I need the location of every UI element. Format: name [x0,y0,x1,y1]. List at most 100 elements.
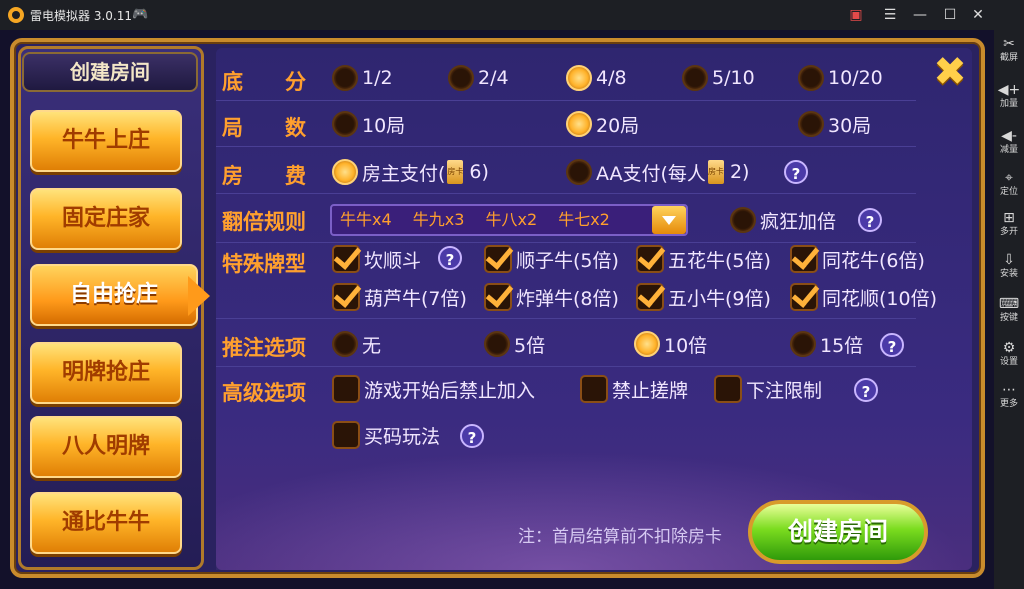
fee-label: 房 费 [222,164,306,188]
advanced-label: 高级选项 [222,381,306,405]
sidebar-more[interactable]: ⋯ 更多 [994,382,1024,410]
base-score-radio[interactable] [682,65,708,91]
rounds-radio[interactable] [332,111,358,137]
push-option-label: 15倍 [820,334,864,357]
special-card-option[interactable]: 坎顺斗 [332,244,421,274]
sidebar-location[interactable]: ⌖ 定位 [994,170,1024,198]
maximize-icon[interactable]: ☐ [940,5,960,25]
fee-owner-option[interactable]: 房主支付(房卡 6) [332,157,489,187]
fee-aa-option[interactable]: AA支付(每人 房卡 2) [566,157,749,187]
fee-aa-radio[interactable] [566,159,592,185]
special-card-option[interactable]: 五小牛(9倍) [636,282,771,312]
special-card-checkbox[interactable] [790,245,818,273]
advanced-checkbox[interactable] [332,375,360,403]
push-option[interactable]: 5倍 [484,329,545,359]
minimize-icon[interactable]: — [910,5,930,25]
mode-button-5[interactable]: 通比牛牛 [30,492,182,554]
push-option[interactable]: 10倍 [634,329,707,359]
gift-icon[interactable]: ▣ [846,5,866,25]
rounds-option[interactable]: 20局 [566,109,639,139]
push-help-icon[interactable]: ? [880,333,904,357]
advanced-option[interactable]: 禁止搓牌 [580,374,688,404]
special-card-checkbox[interactable] [636,245,664,273]
sidebar-multi-open[interactable]: ⊞ 多开 [994,210,1024,238]
special-card-label: 坎顺斗 [364,249,422,272]
base-score-option[interactable]: 2/4 [448,63,509,93]
sidebar-volume-down[interactable]: ◀- 减量 [994,128,1024,156]
push-radio[interactable] [484,331,510,357]
room-card-icon: 房卡 [707,160,724,184]
fee-help-icon[interactable]: ? [784,160,808,184]
base-score-option[interactable]: 5/10 [682,63,755,93]
install-icon: ⇩ [1003,252,1015,268]
special-card-option[interactable]: 炸弹牛(8倍) [484,282,619,312]
crazy-double-option[interactable]: 疯狂加倍 [730,205,836,235]
special-card-checkbox[interactable] [332,245,360,273]
mode-button-1[interactable]: 固定庄家 [30,188,182,250]
sidebar-keyboard[interactable]: ⌨ 按键 [994,296,1024,324]
create-room-button[interactable]: 创建房间 [748,500,928,564]
gamepad-icon[interactable]: 🎮 [132,7,148,22]
special-card-checkbox[interactable] [790,283,818,311]
push-option[interactable]: 15倍 [790,329,863,359]
advanced-option[interactable]: 下注限制 [714,374,822,404]
sidebar-install[interactable]: ⇩ 安装 [994,252,1024,280]
special-card-option[interactable]: 顺子牛(5倍) [484,244,619,274]
fee-owner-label: 房主支付( [362,162,446,185]
menu-icon[interactable]: ☰ [880,5,900,25]
special-card-checkbox[interactable] [332,283,360,311]
mode-button-0[interactable]: 牛牛上庄 [30,110,182,172]
mode-button-4[interactable]: 八人明牌 [30,416,182,478]
advanced-checkbox[interactable] [714,375,742,403]
special-card-option[interactable]: 葫芦牛(7倍) [332,282,467,312]
close-dialog-icon[interactable]: ✖ [930,52,970,92]
rounds-radio[interactable] [566,111,592,137]
base-score-radio[interactable] [448,65,474,91]
mode-button-3[interactable]: 明牌抢庄 [30,342,182,404]
crazy-double-radio[interactable] [730,207,756,233]
rounds-option[interactable]: 30局 [798,109,871,139]
base-score-option[interactable]: 4/8 [566,63,627,93]
push-radio[interactable] [790,331,816,357]
base-score-radio[interactable] [332,65,358,91]
double-help-icon[interactable]: ? [858,208,882,232]
special-card-label: 炸弹牛(8倍) [516,287,619,310]
advanced-option[interactable]: 游戏开始后禁止加入 [332,374,535,404]
sidebar-label: 按键 [999,313,1018,323]
advanced-option[interactable]: 买码玩法 [332,420,440,450]
special-card-checkbox[interactable] [484,245,512,273]
base-score-option-label: 1/2 [362,67,393,89]
push-label: 推注选项 [222,336,306,360]
special-card-option[interactable]: 同花牛(6倍) [790,244,925,274]
special-card-checkbox[interactable] [484,283,512,311]
sidebar-volume-up[interactable]: ◀+ 加量 [994,82,1024,110]
base-score-radio[interactable] [798,65,824,91]
double-rule-dropdown[interactable]: 牛牛x4 牛九x3 牛八x2 牛七x2 [330,204,688,236]
close-window-icon[interactable]: ✕ [968,5,988,25]
special-card-option[interactable]: 五花牛(5倍) [636,244,771,274]
double-rule-value: 牛牛x4 牛九x3 牛八x2 牛七x2 [340,210,610,229]
rounds-radio[interactable] [798,111,824,137]
dropdown-arrow-icon[interactable] [652,206,686,234]
push-option[interactable]: 无 [332,329,381,359]
rounds-option[interactable]: 10局 [332,109,405,139]
buy-code-help-icon[interactable]: ? [460,424,484,448]
base-score-option[interactable]: 1/2 [332,63,393,93]
special-help-icon[interactable]: ? [438,246,462,270]
advanced-checkbox[interactable] [332,421,360,449]
sidebar-settings[interactable]: ⚙ 设置 [994,340,1024,368]
advanced-help-icon[interactable]: ? [854,378,878,402]
base-score-radio[interactable] [566,65,592,91]
base-score-option[interactable]: 10/20 [798,63,883,93]
sidebar-scissors[interactable]: ✂ 截屏 [994,36,1024,64]
advanced-checkbox[interactable] [580,375,608,403]
push-radio[interactable] [634,331,660,357]
special-card-label: 五小牛(9倍) [668,287,771,310]
push-radio[interactable] [332,331,358,357]
special-card-checkbox[interactable] [636,283,664,311]
advanced-option-label: 买码玩法 [364,425,441,448]
fee-owner-radio[interactable] [332,159,358,185]
special-card-option[interactable]: 同花顺(10倍) [790,282,937,312]
mode-button-label: 通比牛牛 [61,510,150,535]
mode-button-2[interactable]: 自由抢庄 [30,264,210,326]
